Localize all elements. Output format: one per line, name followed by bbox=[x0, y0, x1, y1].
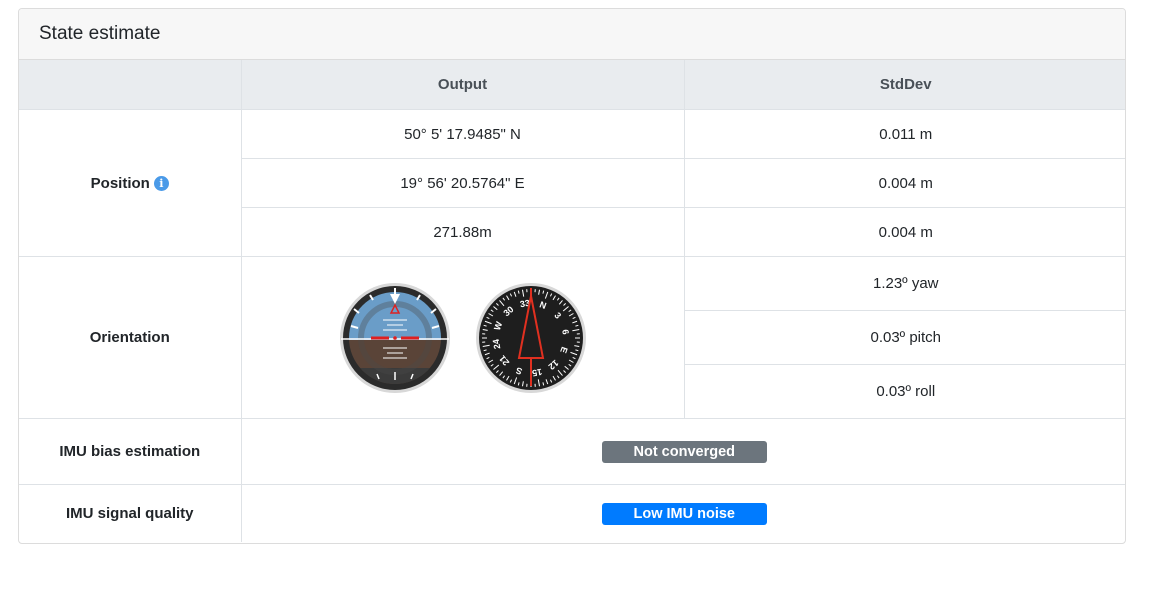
imu-bias-status-badge: Not converged bbox=[601, 440, 767, 463]
position-altitude: 271.88m bbox=[241, 207, 685, 257]
header-stddev: StdDev bbox=[683, 60, 1125, 110]
orientation-roll-stddev: 0.03º roll bbox=[684, 364, 1125, 419]
header-output: Output bbox=[240, 60, 685, 110]
table-row: Orientation N 3 6 E 12 15 S 21 24 W 30 3… bbox=[19, 256, 1125, 419]
orientation-instruments-cell: N 3 6 E 12 15 S 21 24 W 30 33 bbox=[240, 256, 685, 419]
info-icon[interactable]: i bbox=[153, 175, 169, 191]
compass-label: 24 bbox=[490, 338, 502, 350]
heading-indicator-icon: N36E1215S2124W3033 bbox=[475, 282, 586, 393]
position-latitude-stddev: 0.011 m bbox=[683, 109, 1125, 159]
imu-signal-label: IMU signal quality bbox=[19, 484, 242, 542]
orientation-pitch-stddev: 0.03º pitch bbox=[684, 310, 1125, 365]
table-row: IMU signal quality Low IMU noise bbox=[19, 484, 1125, 542]
orientation-label: Orientation bbox=[19, 256, 242, 419]
position-longitude: 19° 56' 20.5764" E bbox=[241, 158, 685, 208]
orientation-yaw-stddev: 1.23º yaw bbox=[683, 256, 1125, 311]
imu-signal-status-cell: Low IMU noise bbox=[240, 484, 1125, 542]
position-altitude-stddev: 0.004 m bbox=[683, 207, 1125, 257]
imu-signal-status-badge: Low IMU noise bbox=[601, 502, 767, 525]
header-label-column bbox=[19, 60, 242, 110]
compass-label: 15 bbox=[531, 366, 543, 378]
state-table: Output StdDev Position i 50° 5' 17.9485" … bbox=[19, 60, 1125, 542]
table-row: IMU bias estimation Not converged bbox=[19, 418, 1125, 485]
table-header-row: Output StdDev bbox=[19, 60, 1125, 110]
position-latitude: 50° 5' 17.9485" N bbox=[240, 109, 685, 159]
card-title: State estimate bbox=[19, 9, 1125, 60]
position-label-cell: Position i bbox=[19, 109, 242, 257]
position-longitude-stddev: 0.004 m bbox=[683, 158, 1125, 208]
imu-bias-status-cell: Not converged bbox=[240, 418, 1125, 485]
position-label: Position bbox=[90, 174, 150, 192]
state-estimate-card: State estimate Output StdDev Position i 5… bbox=[18, 8, 1126, 544]
imu-bias-label: IMU bias estimation bbox=[19, 418, 242, 485]
table-row: Position i 50° 5' 17.9485" N 0.011 m bbox=[19, 109, 1125, 257]
attitude-indicator-icon bbox=[339, 282, 450, 393]
